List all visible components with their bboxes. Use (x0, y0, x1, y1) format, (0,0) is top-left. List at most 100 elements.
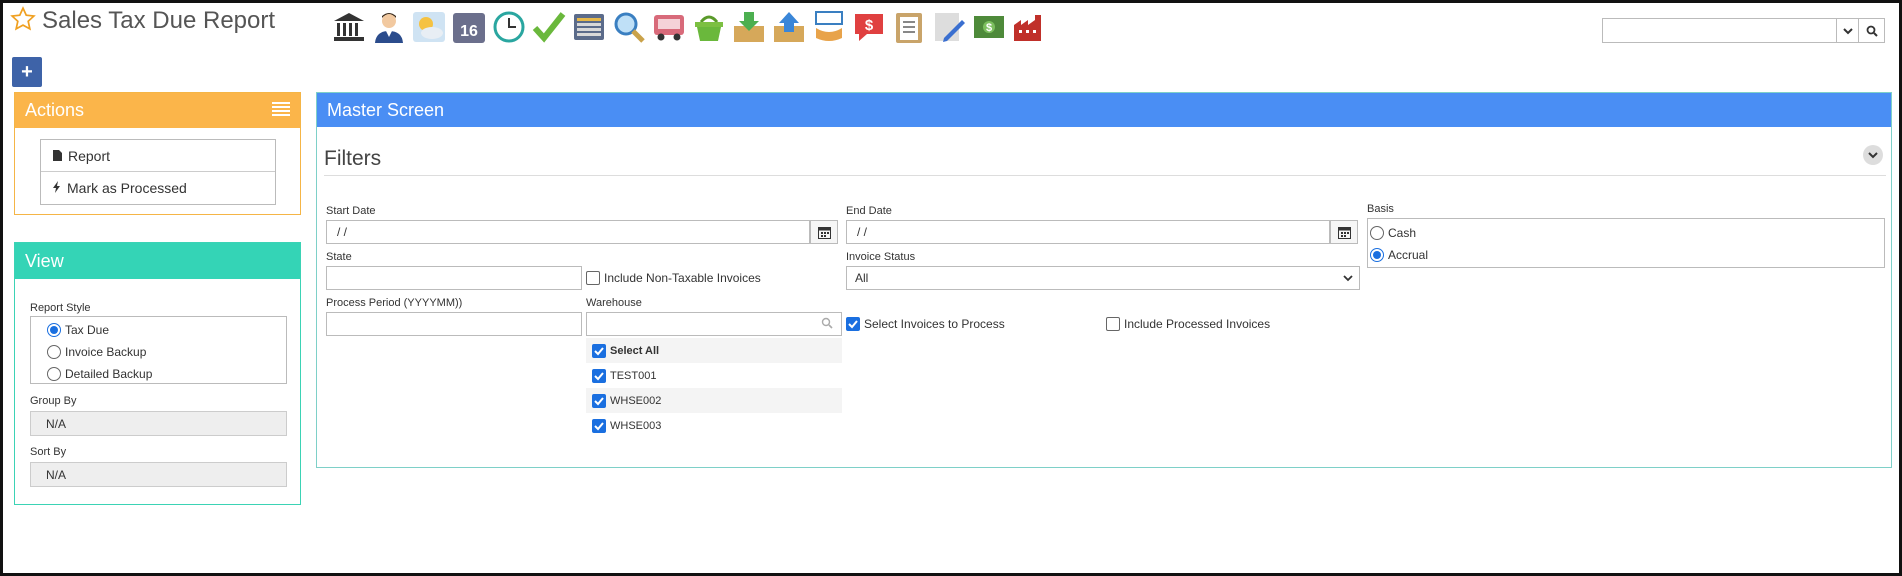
checkbox[interactable] (846, 317, 860, 331)
basis-group: Cash Accrual (1367, 218, 1885, 268)
report-style-option[interactable]: Invoice Backup (47, 341, 286, 363)
truck-icon[interactable] (650, 8, 687, 45)
lightning-icon (53, 180, 61, 196)
checkbox[interactable] (592, 418, 606, 433)
warehouse-option-select-all[interactable]: Select All (586, 338, 842, 363)
option-label: Accrual (1388, 248, 1429, 262)
option-label: Invoice Backup (65, 345, 147, 359)
radio-invoice-backup[interactable] (47, 345, 61, 359)
view-header: View (15, 243, 300, 279)
checkbox[interactable] (592, 368, 606, 383)
sort-by-field: N/A (30, 462, 287, 487)
magnifier-icon[interactable] (610, 8, 647, 45)
pencil-icon[interactable] (930, 8, 967, 45)
warehouse-option[interactable]: WHSE002 (586, 388, 842, 413)
checkbox[interactable] (586, 271, 600, 285)
chevron-collapse-icon[interactable] (1863, 145, 1883, 165)
speech-dollar-icon[interactable]: $ (850, 8, 887, 45)
state-label: State (326, 251, 352, 263)
checkbox[interactable] (1106, 317, 1120, 331)
calendar-icon[interactable] (810, 220, 838, 244)
svg-text:$: $ (985, 22, 991, 34)
option-label: TEST001 (610, 369, 657, 382)
keyboard-icon[interactable] (570, 8, 607, 45)
basis-option[interactable]: Cash (1370, 222, 1884, 244)
report-style-option[interactable]: Detailed Backup (47, 363, 286, 385)
calendar-icon[interactable] (1330, 220, 1358, 244)
chevron-down-icon[interactable] (1836, 19, 1858, 42)
document-icon (53, 148, 62, 164)
action-label: Mark as Processed (67, 180, 187, 196)
checkbox-label: Include Processed Invoices (1124, 317, 1271, 331)
view-title: View (25, 250, 64, 271)
basket-icon[interactable] (690, 8, 727, 45)
radio-accrual[interactable] (1370, 248, 1384, 262)
option-label: WHSE002 (610, 394, 662, 407)
radio-tax-due[interactable] (47, 323, 61, 337)
checkbox-label: Include Non-Taxable Invoices (604, 271, 761, 285)
checkbox[interactable] (592, 343, 606, 358)
add-button[interactable]: + (12, 57, 42, 87)
master-title: Master Screen (327, 99, 445, 120)
calendar-16-icon[interactable]: 16 (450, 8, 487, 45)
actions-list: Report Mark as Processed (40, 139, 276, 205)
state-input[interactable] (326, 266, 582, 290)
invoice-status-select[interactable]: All (846, 266, 1360, 290)
upload-box-icon[interactable] (770, 8, 807, 45)
group-by-field: N/A (30, 411, 287, 436)
divider (324, 175, 1886, 176)
actions-panel: Actions Report Mark as Processed (14, 92, 301, 215)
weather-icon[interactable] (410, 8, 447, 45)
page-header: Sales Tax Due Report (10, 6, 275, 35)
clock-icon[interactable] (490, 8, 527, 45)
bank-icon[interactable] (330, 8, 367, 45)
toolbar: 16 $ $ (330, 8, 1047, 45)
basis-option[interactable]: Accrual (1370, 244, 1884, 266)
warehouse-search-input[interactable] (586, 312, 842, 336)
warehouse-list: Select All TEST001 WHSE002 WHSE003 (586, 338, 842, 438)
actions-header: Actions (15, 93, 300, 128)
download-box-icon[interactable] (730, 8, 767, 45)
cash-icon[interactable]: $ (970, 8, 1007, 45)
basis-label: Basis (1367, 203, 1394, 215)
svg-text:16: 16 (460, 23, 478, 40)
favorite-star-icon[interactable] (10, 6, 36, 35)
start-date-input[interactable]: / / (326, 220, 810, 244)
warehouse-label: Warehouse (586, 297, 642, 309)
include-nontaxable-checkbox[interactable]: Include Non-Taxable Invoices (586, 271, 761, 285)
search-icon[interactable] (1858, 19, 1884, 42)
radio-cash[interactable] (1370, 226, 1384, 240)
action-mark-processed[interactable]: Mark as Processed (41, 172, 275, 204)
option-label: Detailed Backup (65, 367, 153, 381)
factory-icon[interactable] (1010, 8, 1047, 45)
global-search-input[interactable] (1603, 19, 1836, 42)
radio-detailed-backup[interactable] (47, 367, 61, 381)
select-invoices-checkbox[interactable]: Select Invoices to Process (846, 317, 1005, 331)
checkbox[interactable] (592, 393, 606, 408)
report-style-group: Tax Due Invoice Backup Detailed Backup (30, 316, 287, 384)
action-report[interactable]: Report (41, 140, 275, 172)
clipboard-icon[interactable] (890, 8, 927, 45)
end-date-input[interactable]: / / (846, 220, 1330, 244)
page-title: Sales Tax Due Report (42, 6, 276, 34)
user-icon[interactable] (370, 8, 407, 45)
report-style-option[interactable]: Tax Due (47, 319, 286, 341)
report-style-label: Report Style (30, 302, 91, 314)
end-date-label: End Date (846, 205, 892, 217)
warehouse-option[interactable]: WHSE003 (586, 413, 842, 438)
sign-hand-icon[interactable] (810, 8, 847, 45)
svg-text:$: $ (864, 17, 873, 34)
invoice-status-label: Invoice Status (846, 251, 916, 263)
checkmark-icon[interactable] (530, 8, 567, 45)
search-icon (821, 317, 833, 332)
start-date-label: Start Date (326, 205, 376, 217)
menu-icon[interactable] (272, 100, 290, 121)
checkbox-label: Select Invoices to Process (864, 317, 1005, 331)
select-value: All (855, 271, 869, 285)
process-period-input[interactable] (326, 312, 582, 336)
option-label: Cash (1388, 226, 1417, 240)
include-processed-checkbox[interactable]: Include Processed Invoices (1106, 317, 1270, 331)
option-label: WHSE003 (610, 419, 662, 432)
action-label: Report (68, 147, 111, 164)
warehouse-option[interactable]: TEST001 (586, 363, 842, 388)
